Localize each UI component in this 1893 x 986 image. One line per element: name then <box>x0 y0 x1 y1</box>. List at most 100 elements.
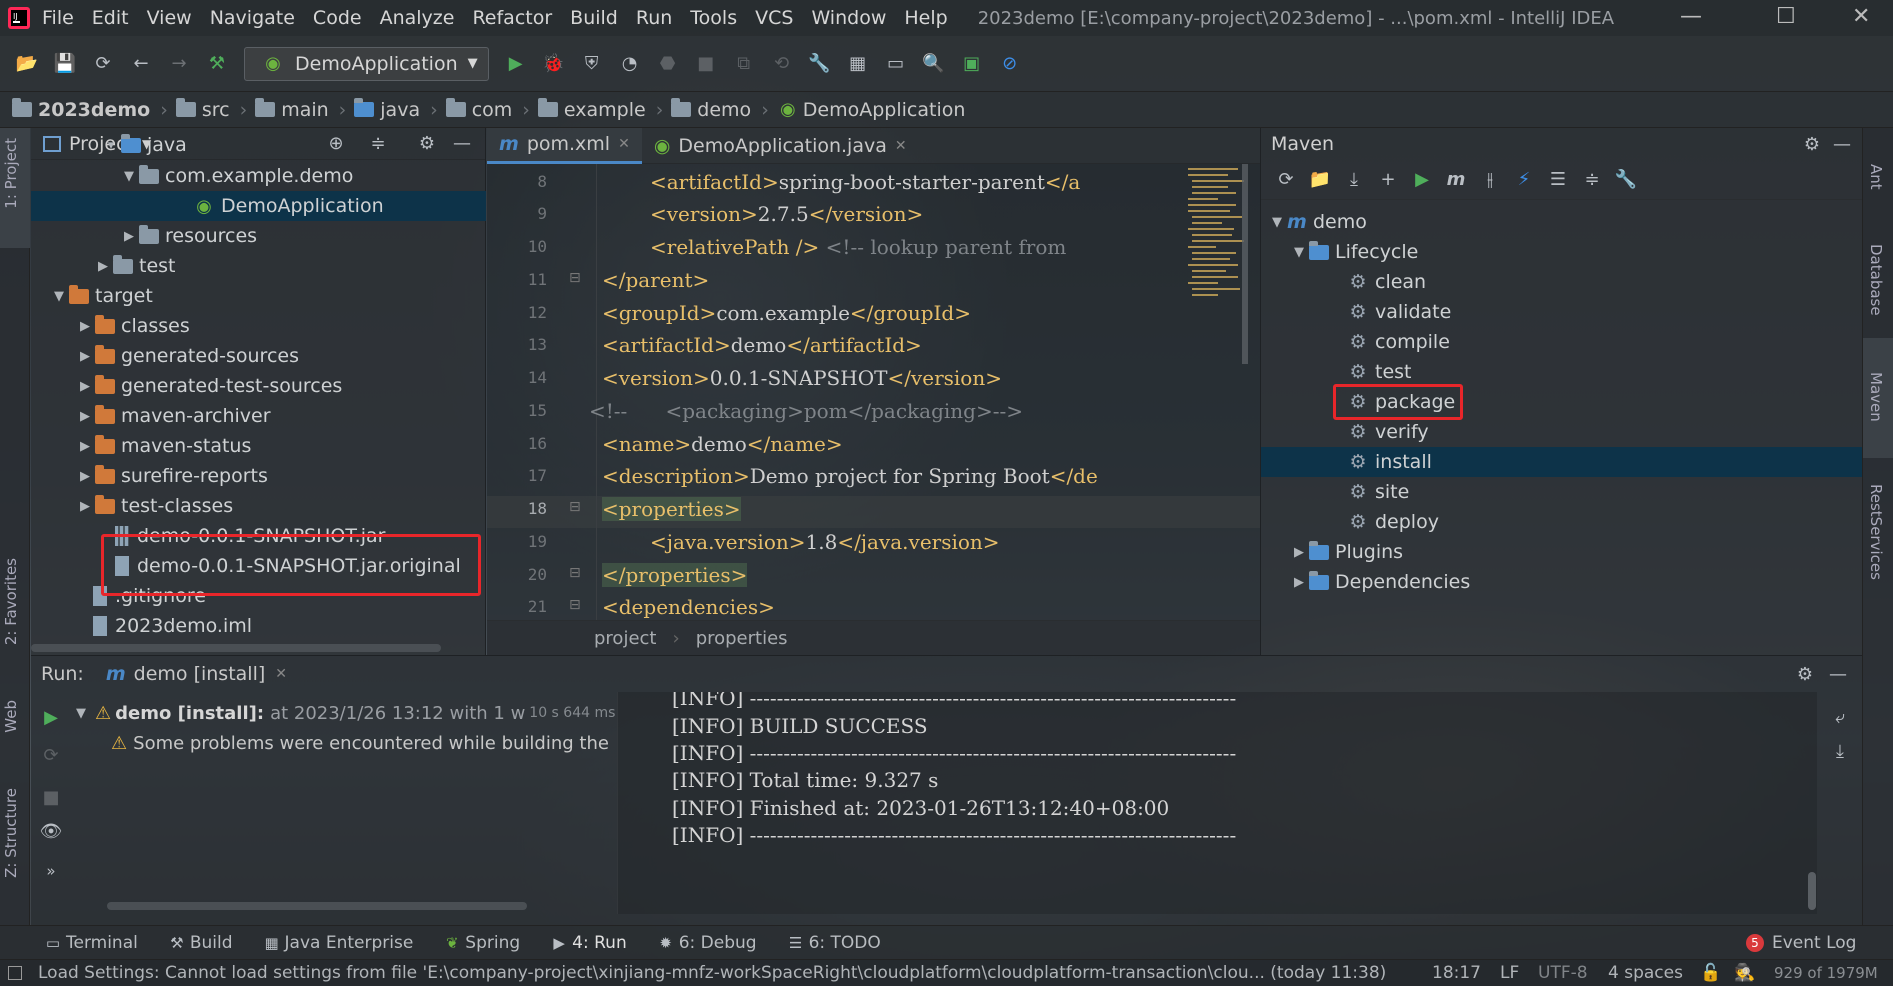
tree-item-generated-sources[interactable]: ▶ generated-sources <box>75 341 299 371</box>
stripe-maven-tab[interactable]: Maven <box>1867 372 1885 422</box>
code-editor[interactable]: 8 9 10 11 12 13 14 15 16 17 18 19 20 21 … <box>487 164 1260 620</box>
xml-crumb-project[interactable]: project <box>594 628 656 649</box>
stripe-structure-tab[interactable]: Z: Structure <box>2 788 20 878</box>
fold-marker-icon[interactable]: ⊟ <box>569 270 581 286</box>
console-scrollbar[interactable] <box>1808 872 1816 910</box>
run-tab[interactable]: m demo [install] ✕ <box>106 663 287 685</box>
maven-goal-compile[interactable]: ⚙ compile <box>1347 327 1449 357</box>
xml-crumb-properties[interactable]: properties <box>696 628 788 649</box>
soft-wrap-icon[interactable]: ⤶ <box>1829 706 1851 728</box>
stripe-project-tab[interactable]: 1: Project <box>2 138 20 209</box>
crumb-demo-application[interactable]: ◉ DemoApplication <box>777 99 965 121</box>
run-icon[interactable]: ▶ <box>505 53 527 75</box>
add-icon[interactable]: + <box>1377 169 1399 191</box>
indent-setting[interactable]: 4 spaces <box>1608 963 1683 983</box>
back-icon[interactable]: ← <box>130 53 152 75</box>
status-message[interactable]: Load Settings: Cannot load settings from… <box>38 963 1386 983</box>
crumb-java[interactable]: java <box>354 98 420 121</box>
maven-goal-validate[interactable]: ⚙ validate <box>1347 297 1451 327</box>
maven-tree-plugins[interactable]: ▶ Plugins <box>1289 537 1403 567</box>
tree-item-test[interactable]: ▶ test <box>93 251 176 281</box>
maven-goal-install[interactable]: ⚙ install <box>1261 447 1863 477</box>
inspector-icon[interactable]: 🕵 <box>1734 963 1755 983</box>
collapse-all-icon[interactable]: ≑ <box>367 133 389 155</box>
maven-goal-clean[interactable]: ⚙ clean <box>1347 267 1426 297</box>
tool-tab-java-enterprise[interactable]: ▦ Java Enterprise <box>263 932 413 954</box>
caret-position[interactable]: 18:17 <box>1432 963 1481 983</box>
event-log-button[interactable]: 5 Event Log <box>1746 933 1856 953</box>
project-scrollbar[interactable] <box>31 644 441 652</box>
scroll-to-end-icon[interactable]: ⤓ <box>1829 740 1851 762</box>
maven-settings-icon[interactable]: 🔧 <box>1615 169 1637 191</box>
debug-icon[interactable]: 🐞 <box>542 53 564 75</box>
crumb-project[interactable]: 2023demo <box>12 98 150 121</box>
close-tab-icon[interactable]: ✕ <box>618 136 630 152</box>
sync-icon[interactable]: ⟳ <box>92 53 114 75</box>
maven-goal-site[interactable]: ⚙ site <box>1347 477 1409 507</box>
menu-help[interactable]: Help <box>904 7 947 29</box>
gear-icon[interactable]: ⚙ <box>1801 133 1823 155</box>
maven-goal-verify[interactable]: ⚙ verify <box>1347 417 1428 447</box>
maximize-icon[interactable]: ☐ <box>1776 4 1796 29</box>
reload-icon[interactable]: ⟳ <box>1275 169 1297 191</box>
tab-pom-xml[interactable]: m pom.xml ✕ <box>487 127 642 164</box>
skip-tests-icon[interactable]: ⚡ <box>1513 169 1535 191</box>
crumb-src[interactable]: src <box>175 98 230 121</box>
run-goal-icon[interactable]: ▶ <box>1411 169 1433 191</box>
build-hammer-icon[interactable]: ⚒ <box>206 53 228 75</box>
rerun-icon[interactable]: ▶ <box>40 706 62 728</box>
close-window-icon[interactable]: ✕ <box>1852 4 1870 29</box>
toggle-offline-icon[interactable]: ⫲ <box>1479 169 1501 191</box>
stripe-web-tab[interactable]: Web <box>2 700 20 733</box>
run-tree-root[interactable]: ▼ ⚠ demo [install]: at 2023/1/26 13:12 w… <box>71 698 615 728</box>
tree-item-demo-application[interactable]: ◉ DemoApplication <box>31 191 486 221</box>
download-icon[interactable]: ⤓ <box>1343 169 1365 191</box>
fold-marker-icon[interactable]: ⊟ <box>569 565 581 581</box>
stop-icon[interactable]: ■ <box>40 786 62 808</box>
console-output[interactable]: [INFO] ---------------------------------… <box>617 692 1817 914</box>
tool-tab-run[interactable]: ▶ 4: Run <box>550 932 626 954</box>
maven-goal-test[interactable]: ⚙ test <box>1347 357 1411 387</box>
status-toggle-icon[interactable] <box>8 966 22 980</box>
fold-marker-icon[interactable]: ⊟ <box>569 597 581 613</box>
open-folder-icon[interactable]: 📂 <box>16 53 38 75</box>
tool-tab-debug[interactable]: ✹ 6: Debug <box>657 932 756 954</box>
fold-marker-icon[interactable]: ⊟ <box>569 499 581 515</box>
menu-file[interactable]: File <box>42 7 74 29</box>
stripe-restservices-tab[interactable]: RestServices <box>1867 484 1885 580</box>
attach-icon[interactable]: ⬣ <box>657 53 679 75</box>
tree-item-classes[interactable]: ▶ classes <box>75 311 190 341</box>
run-config-selector[interactable]: ◉ DemoApplication ▼ <box>244 46 489 81</box>
tab-demo-application[interactable]: ◉ DemoApplication.java ✕ <box>642 128 919 164</box>
collapse-all-icon[interactable]: ≑ <box>1581 169 1603 191</box>
tree-item-package[interactable]: ▼ com.example.demo <box>119 161 353 191</box>
tree-item-test-classes[interactable]: ▶ test-classes <box>75 491 233 521</box>
tree-item-java[interactable]: ▾ java <box>101 134 187 156</box>
menu-window[interactable]: Window <box>811 7 886 29</box>
tree-item-target[interactable]: ▼ target <box>49 281 153 311</box>
line-separator[interactable]: LF <box>1500 963 1519 983</box>
profile-icon[interactable]: ◔ <box>619 53 641 75</box>
tree-item-iml[interactable]: 2023demo.iml <box>93 611 252 641</box>
project-structure-icon[interactable]: ▦ <box>847 53 869 75</box>
memory-indicator[interactable]: 929 of 1979M <box>1774 964 1878 982</box>
locate-icon[interactable]: ⊕ <box>325 133 347 155</box>
menu-view[interactable]: View <box>147 7 192 29</box>
terminal-window-icon[interactable]: ▭ <box>885 53 907 75</box>
hide-panel-icon[interactable]: — <box>1827 663 1849 685</box>
menu-analyze[interactable]: Analyze <box>380 7 455 29</box>
eye-icon[interactable]: 👁 <box>40 820 63 842</box>
more-icon[interactable]: » <box>40 860 62 882</box>
execute-maven-icon[interactable]: m <box>1445 169 1467 191</box>
settings-wrench-icon[interactable]: 🔧 <box>808 53 830 75</box>
menu-tools[interactable]: Tools <box>690 7 737 29</box>
close-tab-icon[interactable]: ✕ <box>275 666 287 682</box>
run-tree-scrollbar[interactable] <box>107 902 527 910</box>
tool-tab-build[interactable]: ⚒ Build <box>168 932 232 954</box>
tree-item-generated-test-sources[interactable]: ▶ generated-test-sources <box>75 371 342 401</box>
menu-navigate[interactable]: Navigate <box>210 7 295 29</box>
hide-panel-icon[interactable]: — <box>451 133 473 155</box>
maven-tree-root[interactable]: ▼ m demo <box>1267 207 1367 237</box>
maven-goal-deploy[interactable]: ⚙ deploy <box>1347 507 1439 537</box>
stop-icon[interactable]: ■ <box>695 53 717 75</box>
